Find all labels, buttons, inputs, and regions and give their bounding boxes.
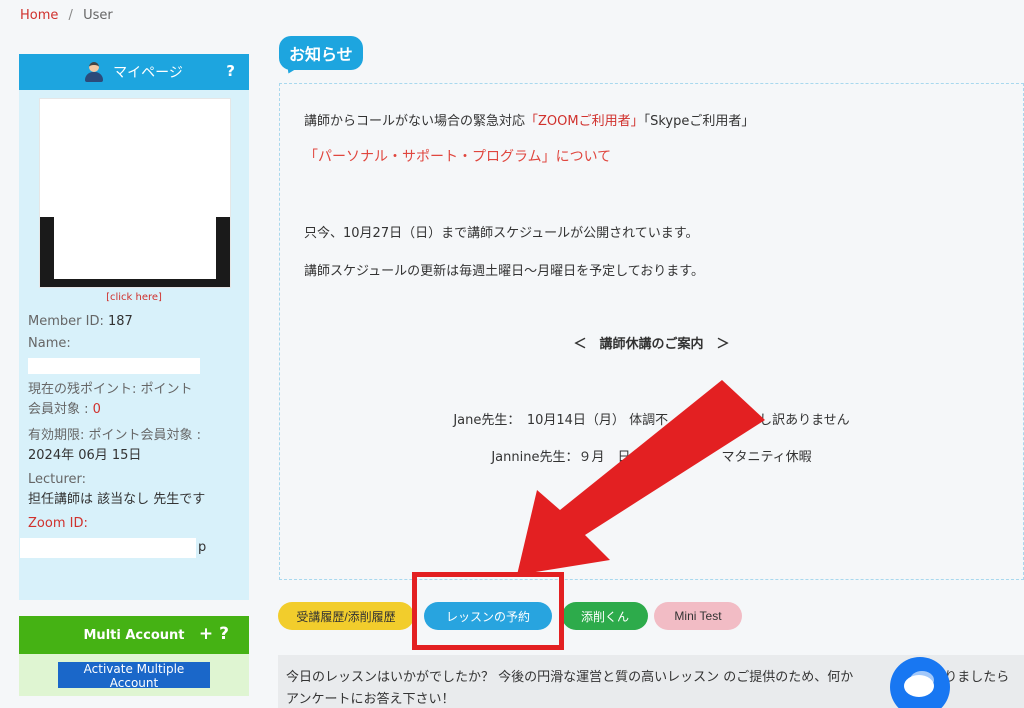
- red-arrow-annotation: [517, 380, 765, 575]
- chat-icon[interactable]: [890, 657, 950, 708]
